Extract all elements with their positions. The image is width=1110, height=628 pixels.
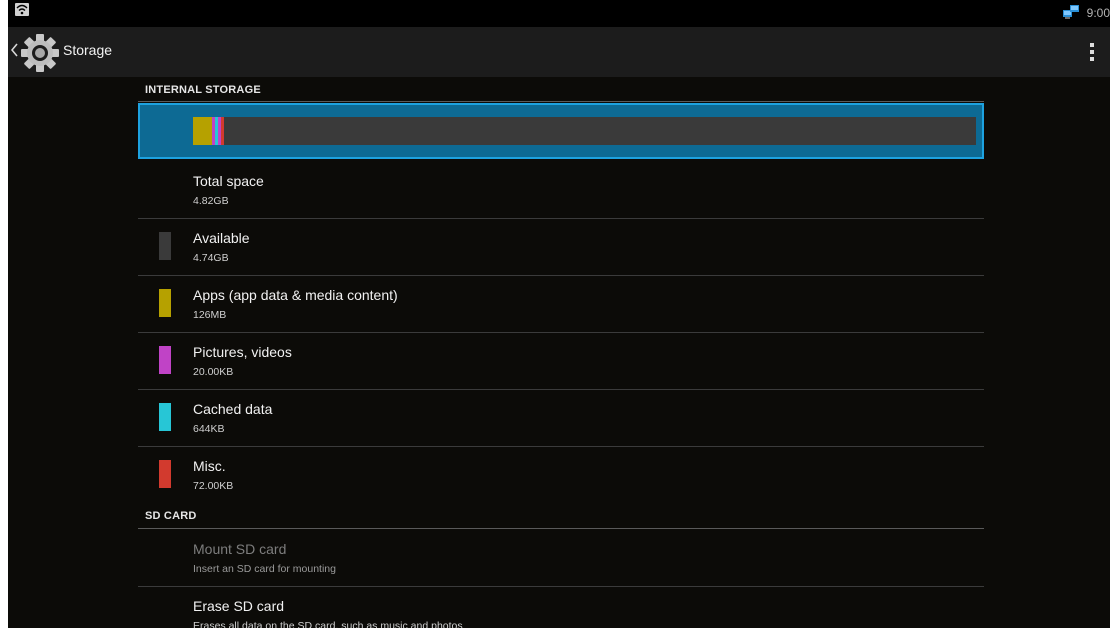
storage-usage-bar [193,117,976,145]
color-swatch [159,232,171,260]
color-swatch [159,403,171,431]
wifi-icon [15,3,29,21]
item-summary: 4.74GB [193,252,229,264]
list-item-apps[interactable]: Apps (app data & media content) 126MB [138,275,984,333]
storage-list: INTERNAL STORAGE Total space 4.82GB Avai… [138,77,984,628]
overflow-menu-icon[interactable] [1089,43,1095,63]
list-item-mount-sd-card[interactable]: Mount SD card Insert an SD card for moun… [138,529,984,587]
usage-segment-misc [221,117,224,145]
list-item-total-space[interactable]: Total space 4.82GB [138,161,984,219]
list-item-misc[interactable]: Misc. 72.00KB [138,446,984,503]
section-divider [138,101,984,102]
item-title: Total space [193,173,264,189]
color-swatch [159,289,171,317]
chevron-left-icon[interactable] [10,43,18,62]
status-time: 9:00 [1086,6,1110,20]
item-title: Pictures, videos [193,344,292,360]
color-swatch [159,460,171,488]
status-bar: 9:00 [8,0,1110,27]
item-summary: Erases all data on the SD card, such as … [193,620,463,628]
item-summary: 126MB [193,309,227,321]
network-computers-icon [1063,5,1079,24]
action-bar: Storage [8,27,1110,77]
storage-settings-screen: 9:00 Storage INTERNAL STORAGE Total spac… [8,0,1110,628]
item-summary: 20.00KB [193,366,234,378]
color-swatch [159,346,171,374]
item-title: Erase SD card [193,598,285,614]
list-item-available[interactable]: Available 4.74GB [138,218,984,276]
storage-usage-row[interactable] [138,103,984,159]
item-title: Misc. [193,458,226,474]
item-title: Available [193,230,250,246]
item-summary: 4.82GB [193,195,229,207]
settings-gear-icon[interactable] [20,33,60,78]
item-title: Apps (app data & media content) [193,287,398,303]
section-header-internal-storage: INTERNAL STORAGE [145,84,261,96]
usage-segment-apps [193,117,212,145]
item-title: Cached data [193,401,273,417]
item-summary: 72.00KB [193,480,234,492]
item-summary: Insert an SD card for mounting [193,563,336,575]
list-item-pictures-videos[interactable]: Pictures, videos 20.00KB [138,332,984,390]
section-header-sd-card: SD CARD [145,510,197,522]
page-title: Storage [63,42,113,58]
list-item-erase-sd-card[interactable]: Erase SD card Erases all data on the SD … [138,586,984,628]
item-title: Mount SD card [193,541,287,557]
item-summary: 644KB [193,423,225,435]
list-item-cached-data[interactable]: Cached data 644KB [138,389,984,447]
